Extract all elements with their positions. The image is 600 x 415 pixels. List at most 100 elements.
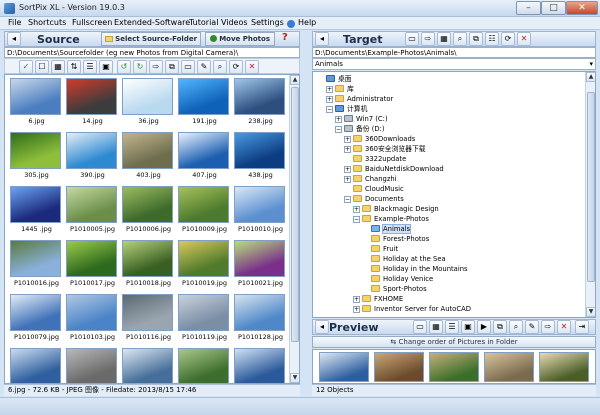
collapse-icon[interactable]: − [335, 126, 342, 133]
tree-scrollbar[interactable]: ▲ ▼ [585, 72, 595, 317]
thumbnail-image[interactable] [178, 294, 229, 331]
preview-delete-icon[interactable]: ✕ [557, 320, 571, 334]
preview-thumbnail[interactable] [429, 352, 479, 382]
thumbnail-image[interactable] [10, 78, 61, 115]
preview-export-icon[interactable]: ⇨ [541, 320, 555, 334]
preview-edit-icon[interactable]: ✎ [525, 320, 539, 334]
tree-node[interactable]: + 库 [326, 84, 354, 94]
thumbnail-item[interactable]: P1010010.jpg [234, 186, 287, 235]
tree-node[interactable]: − Documents [344, 194, 404, 204]
tree-node[interactable]: Holiday in the Mountains [362, 264, 468, 274]
tree-node[interactable]: Holiday at the Sea [362, 254, 446, 264]
tree-node[interactable]: − Example-Photos [353, 214, 429, 224]
thumbnail-image[interactable] [234, 294, 285, 331]
expand-icon[interactable]: + [344, 136, 351, 143]
thumbnail-image[interactable] [66, 240, 117, 277]
tree-node[interactable]: − 备份 (D:) [335, 124, 385, 134]
thumbnail-item[interactable] [234, 348, 287, 383]
thumbnail-item[interactable]: P1010005.jpg [66, 186, 119, 235]
tree-node[interactable]: − 计算机 [326, 104, 367, 114]
thumbnail-item[interactable]: P1010019.jpg [178, 240, 231, 289]
scroll-thumb[interactable] [291, 87, 299, 342]
tree-node[interactable]: Fruit [362, 244, 398, 254]
tree-node[interactable]: + Win7 (C:) [335, 114, 388, 124]
menu-settings[interactable]: Settings [251, 18, 284, 27]
select-source-folder-button[interactable]: Select Source-Folder [101, 32, 201, 46]
tree-scroll-up-icon[interactable]: ▲ [586, 72, 595, 82]
thumbnail-item[interactable] [178, 348, 231, 383]
thumbnail-image[interactable] [234, 348, 285, 383]
copy-icon[interactable]: ⧉ [165, 60, 179, 74]
thumbnail-image[interactable] [234, 240, 285, 277]
thumbnail-image[interactable] [234, 132, 285, 169]
preview-thumbnail[interactable] [319, 352, 369, 382]
thumbnail-item[interactable]: P1010116.jpg [122, 294, 175, 343]
menu-tutorial-videos[interactable]: Tutorial Videos [189, 18, 248, 27]
thumbnail-item[interactable]: 305.jpg [10, 132, 63, 181]
document-icon[interactable]: ▭ [181, 60, 195, 74]
thumbnail-item[interactable]: 36.jpg [122, 78, 175, 127]
thumbnail-item[interactable]: P1010006.jpg [122, 186, 175, 235]
thumbnail-image[interactable] [66, 294, 117, 331]
thumbnail-item[interactable] [10, 348, 63, 383]
thumbnail-image[interactable] [234, 78, 285, 115]
grid-view-icon[interactable]: ▦ [51, 60, 65, 74]
help-button[interactable]: ? [282, 32, 288, 43]
tree-scroll-thumb[interactable] [587, 92, 595, 282]
menu-fullscreen[interactable]: Fullscreen [72, 18, 112, 27]
expand-icon[interactable]: + [344, 166, 351, 173]
thumbnail-image[interactable] [10, 132, 61, 169]
thumbnail-item[interactable]: 438.jpg [234, 132, 287, 181]
delete-icon[interactable]: ✕ [245, 60, 259, 74]
expand-icon[interactable]: + [344, 176, 351, 183]
folder-list-icon[interactable]: ▦ [437, 32, 451, 46]
tree-node[interactable]: + Blackmagic Design [353, 204, 439, 214]
copy-folder-icon[interactable]: ⧉ [469, 32, 483, 46]
thumbnail-item[interactable] [66, 348, 119, 383]
thumbnail-image[interactable] [66, 132, 117, 169]
target-back-icon[interactable]: ◂ [315, 32, 329, 46]
rename-icon[interactable]: ✎ [197, 60, 211, 74]
check-all-icon[interactable]: ✓ [19, 60, 33, 74]
thumbnail-image[interactable] [178, 186, 229, 223]
preview-thumbnail[interactable] [539, 352, 589, 382]
thumbnail-image[interactable] [122, 186, 173, 223]
preview-copy-icon[interactable]: ⧉ [493, 320, 507, 334]
expand-icon[interactable]: + [353, 206, 360, 213]
rotate-right-icon[interactable]: ↻ [133, 60, 147, 74]
refresh-target-icon[interactable]: ⟳ [501, 32, 515, 46]
source-back-icon[interactable]: ◂ [7, 32, 21, 46]
collapse-icon[interactable]: − [326, 106, 333, 113]
tree-node[interactable]: + BaiduNetdiskDownload [344, 164, 444, 174]
thumbnail-item[interactable]: P1010016.jpg [10, 240, 63, 289]
thumbnail-item[interactable]: P1010079.jpg [10, 294, 63, 343]
chevron-down-icon[interactable]: ▾ [589, 59, 593, 69]
preview-thumbnail[interactable] [484, 352, 534, 382]
thumbnail-item[interactable]: 403.jpg [122, 132, 175, 181]
thumbnail-image[interactable] [178, 240, 229, 277]
preview-folder-icon[interactable]: ▭ [413, 320, 427, 334]
scroll-up-icon[interactable]: ▲ [290, 75, 299, 85]
thumbnail-item[interactable]: P1010017.jpg [66, 240, 119, 289]
menu-help[interactable]: Help [298, 18, 316, 27]
preview-search-icon[interactable]: ⌕ [509, 320, 523, 334]
delete-folder-icon[interactable]: ✕ [517, 32, 531, 46]
uncheck-icon[interactable]: ☐ [35, 60, 49, 74]
source-scrollbar[interactable]: ▲ ▼ [289, 75, 299, 383]
tree-node[interactable]: 3322update [344, 154, 406, 164]
image-view-icon[interactable]: ▣ [99, 60, 113, 74]
thumbnail-item[interactable]: P1010009.jpg [178, 186, 231, 235]
thumbnail-image[interactable] [66, 348, 117, 383]
collapse-icon[interactable]: − [353, 216, 360, 223]
thumbnail-image[interactable] [122, 240, 173, 277]
thumbnail-image[interactable] [66, 186, 117, 223]
menu-file[interactable]: File [8, 18, 21, 27]
thumbnail-item[interactable]: 238.jpg [234, 78, 287, 127]
tree-node[interactable]: + Changzhi [344, 174, 397, 184]
expand-icon[interactable]: + [344, 146, 351, 153]
move-to-icon[interactable]: ⇨ [421, 32, 435, 46]
thumbnail-item[interactable]: P1010128.jpg [234, 294, 287, 343]
target-folder-dropdown[interactable]: Animals ▾ [312, 58, 596, 70]
tree-node[interactable]: + FXHOME [353, 294, 403, 304]
tree-node[interactable]: Animals [362, 224, 412, 234]
